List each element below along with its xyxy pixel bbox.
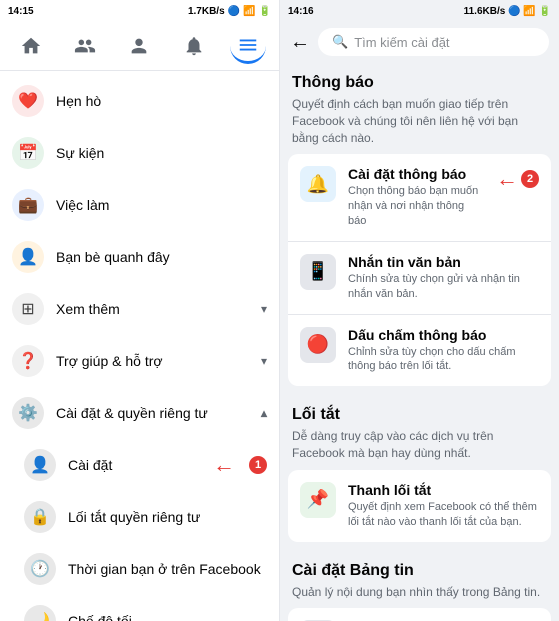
che-do-toi-label: Chế độ tối — [68, 613, 267, 621]
menu-item-hen-ho[interactable]: ❤️ Hẹn hò — [0, 75, 279, 127]
xem-them-label: Xem thêm — [56, 301, 249, 317]
right-panel: 14:16 11.6KB/s 🔵 📶 🔋 ← 🔍 Tìm kiếm cài đặ… — [280, 0, 559, 621]
nhan-tin-text: Nhắn tin văn bản Chính sửa tùy chọn gửi … — [348, 254, 539, 302]
search-header: ← 🔍 Tìm kiếm cài đặt — [280, 22, 559, 62]
settings-section-label: Cài đặt & quyền riêng tư — [56, 405, 249, 421]
loi-tat-card: 📌 Thanh lối tắt Quyết định xem Facebook … — [288, 470, 551, 542]
home-nav-icon[interactable] — [13, 28, 49, 64]
settings-item-thanh-loi-tat[interactable]: 📌 Thanh lối tắt Quyết định xem Facebook … — [288, 470, 551, 542]
tro-giup-icon: ❓ — [12, 345, 44, 377]
che-do-toi-icon: 🌙 — [24, 605, 56, 621]
nhan-tin-icon: 📱 — [300, 254, 336, 290]
thong-bao-title: Thông báo — [280, 62, 559, 96]
loi-tat-section: Lối tắt Dễ dàng truy cập vào các dịch vụ… — [280, 394, 559, 541]
ban-be-icon: 👤 — [12, 241, 44, 273]
loi-tat-label: Lối tắt quyền riêng tư — [68, 509, 267, 525]
settings-section-icon: ⚙️ — [12, 397, 44, 429]
annotation-label-2: 2 — [521, 170, 539, 188]
cai-dat-thong-bao-text: Cài đặt thông báo Chọn thông báo bạn muố… — [348, 166, 480, 229]
people-nav-icon[interactable] — [67, 28, 103, 64]
bang-tin-section: Cài đặt Bảng tin Quản lý nội dung bạn nh… — [280, 550, 559, 621]
profile-nav-icon[interactable] — [121, 28, 157, 64]
status-icons-right: 11.6KB/s 🔵 📶 🔋 — [464, 6, 551, 17]
cai-dat-thong-bao-title: Cài đặt thông báo — [348, 166, 480, 182]
hen-ho-icon: ❤️ — [12, 85, 44, 117]
status-icons-left: 1.7KB/s 🔵 📶 🔋 — [188, 6, 271, 17]
back-button[interactable]: ← — [290, 31, 310, 54]
arrow-right-thongbao: ← — [496, 166, 518, 192]
tro-giup-label: Trợ giúp & hỗ trợ — [56, 353, 249, 369]
menu-item-ban-be[interactable]: 👤 Bạn bè quanh đây — [0, 231, 279, 283]
settings-section-header[interactable]: ⚙️ Cài đặt & quyền riêng tư ▴ — [0, 387, 279, 439]
nhan-tin-title: Nhắn tin văn bản — [348, 254, 539, 270]
thong-bao-card: 🔔 Cài đặt thông báo Chọn thông báo bạn m… — [288, 154, 551, 386]
viec-lam-icon: 💼 — [12, 189, 44, 221]
ban-be-label: Bạn bè quanh đây — [56, 249, 267, 265]
dau-cham-icon: 🔴 — [300, 327, 336, 363]
menu-item-su-kien[interactable]: 📅 Sự kiện — [0, 127, 279, 179]
menu-item-tro-giup[interactable]: ❓ Trợ giúp & hỗ trợ ▾ — [0, 335, 279, 387]
settings-item-nhan-tin[interactable]: 📱 Nhắn tin văn bản Chính sửa tùy chọn gử… — [288, 242, 551, 315]
bang-tin-title: Cài đặt Bảng tin — [280, 550, 559, 584]
settings-item-dau-cham[interactable]: 🔴 Dấu chấm thông báo Chỉnh sửa tùy chọn … — [288, 315, 551, 387]
viec-lam-label: Việc làm — [56, 197, 267, 213]
sub-item-che-do-toi[interactable]: 🌙 Chế độ tối — [0, 595, 279, 621]
thanh-loi-tat-text: Thanh lối tắt Quyết định xem Facebook có… — [348, 482, 539, 530]
loi-tat-icon: 🔒 — [24, 501, 56, 533]
search-placeholder: Tìm kiếm cài đặt — [354, 35, 449, 50]
time-right: 14:16 — [288, 6, 314, 17]
loi-tat-title: Lối tắt — [280, 394, 559, 428]
thong-bao-section: Thông báo Quyết định cách bạn muốn giao … — [280, 62, 559, 386]
thoi-gian-icon: 🕐 — [24, 553, 56, 585]
bang-tin-card: 📋 Tùy chọn Bảng tin Kiểm soát và tùy chỉ… — [288, 608, 551, 621]
annotation-1: 1 — [249, 456, 267, 474]
search-icon: 🔍 — [332, 34, 348, 50]
thoi-gian-label: Thời gian bạn ở trên Facebook — [68, 561, 267, 577]
hen-ho-label: Hẹn hò — [56, 93, 267, 109]
dau-cham-text: Dấu chấm thông báo Chỉnh sửa tùy chọn ch… — [348, 327, 539, 375]
settings-item-tuy-chon[interactable]: 📋 Tùy chọn Bảng tin Kiểm soát và tùy chỉ… — [288, 608, 551, 621]
menu-item-xem-them[interactable]: ⊞ Xem thêm ▾ — [0, 283, 279, 335]
left-panel: 14:15 1.7KB/s 🔵 📶 🔋 ❤️ Hẹn hò — [0, 0, 280, 621]
annotation-2-container: ← 2 — [496, 166, 539, 192]
thanh-loi-tat-desc: Quyết định xem Facebook có thể thêm lối … — [348, 500, 539, 530]
bang-tin-desc: Quản lý nội dung bạn nhìn thấy trong Bản… — [280, 584, 559, 609]
left-menu: ❤️ Hẹn hò 📅 Sự kiện 💼 Việc làm 👤 Bạn bè … — [0, 71, 279, 621]
status-bar-right: 14:16 11.6KB/s 🔵 📶 🔋 — [280, 0, 559, 22]
bell-nav-icon[interactable] — [176, 28, 212, 64]
su-kien-icon: 📅 — [12, 137, 44, 169]
cai-dat-icon: 👤 — [24, 449, 56, 481]
dau-cham-desc: Chỉnh sửa tùy chọn cho dấu chấm thông bá… — [348, 345, 539, 375]
menu-nav-icon[interactable] — [230, 28, 266, 64]
settings-section-chevron: ▴ — [261, 406, 267, 420]
sub-item-cai-dat[interactable]: 👤 Cài đặt ← 1 — [0, 439, 279, 491]
loi-tat-desc: Dễ dàng truy cập vào các dịch vụ trên Fa… — [280, 428, 559, 470]
search-box[interactable]: 🔍 Tìm kiếm cài đặt — [318, 28, 549, 56]
status-bar-left: 14:15 1.7KB/s 🔵 📶 🔋 — [0, 0, 279, 22]
sub-item-loi-tat[interactable]: 🔒 Lối tắt quyền riêng tư — [0, 491, 279, 543]
xem-them-icon: ⊞ — [12, 293, 44, 325]
time-left: 14:15 — [8, 6, 34, 17]
nhan-tin-desc: Chính sửa tùy chọn gửi và nhận tin nhắn … — [348, 272, 539, 302]
nav-bar — [0, 22, 279, 71]
menu-item-viec-lam[interactable]: 💼 Việc làm — [0, 179, 279, 231]
cai-dat-thong-bao-desc: Chọn thông báo bạn muốn nhận và nơi nhận… — [348, 184, 480, 229]
su-kien-label: Sự kiện — [56, 145, 267, 161]
thong-bao-desc: Quyết định cách bạn muốn giao tiếp trên … — [280, 96, 559, 154]
dau-cham-title: Dấu chấm thông báo — [348, 327, 539, 343]
thanh-loi-tat-icon: 📌 — [300, 482, 336, 518]
cai-dat-label: Cài đặt — [68, 457, 201, 473]
settings-item-cai-dat-thong-bao[interactable]: 🔔 Cài đặt thông báo Chọn thông báo bạn m… — [288, 154, 551, 242]
right-content: Thông báo Quyết định cách bạn muốn giao … — [280, 62, 559, 621]
tro-giup-chevron: ▾ — [261, 354, 267, 368]
thanh-loi-tat-title: Thanh lối tắt — [348, 482, 539, 498]
xem-them-chevron: ▾ — [261, 302, 267, 316]
arrow-left-caidat: ← — [213, 452, 235, 478]
sub-item-thoi-gian[interactable]: 🕐 Thời gian bạn ở trên Facebook — [0, 543, 279, 595]
cai-dat-thong-bao-icon: 🔔 — [300, 166, 336, 202]
